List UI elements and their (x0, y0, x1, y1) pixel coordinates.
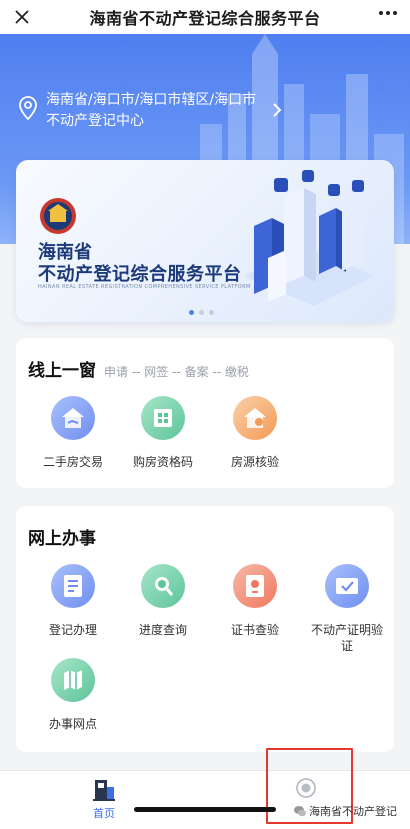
grid-item-certificate-check[interactable]: 证书查验 (210, 564, 300, 638)
carousel-dot-active[interactable] (189, 310, 194, 315)
document-icon (51, 564, 95, 608)
grid-item-listing-check[interactable]: 房源核验 (210, 396, 300, 470)
grid-item-label: 购房资格码 (132, 455, 193, 469)
grid-item-label: 二手房交易 (42, 455, 103, 469)
grid-item-second-hand-trade[interactable]: 二手房交易 (28, 396, 118, 470)
grid-item-label: 不动产证明验证 (310, 623, 383, 653)
chevron-right-icon (273, 103, 282, 117)
grid-item-label: 办事网点 (48, 717, 97, 731)
grid-item-label: 证书查验 (230, 623, 279, 637)
location-pin-icon (19, 96, 37, 120)
close-icon[interactable] (0, 0, 44, 34)
online-window-card: 线上一窗 申请 -- 网签 -- 备案 -- 缴税 二手房交易 购房资格码 房源… (16, 338, 394, 488)
online-window-header: 线上一窗 申请 -- 网签 -- 备案 -- 缴税 (28, 356, 249, 381)
grid-item-registration[interactable]: 登记办理 (28, 564, 118, 638)
watermark: 海南省不动产登记 (293, 803, 397, 819)
emblem-icon (40, 198, 76, 234)
online-service-header: 网上办事 (28, 524, 96, 549)
home-building-icon (93, 780, 115, 801)
tab-home-label: 首页 (93, 807, 115, 820)
grid-item-progress-query[interactable]: 进度查询 (118, 564, 208, 638)
city-illustration (244, 170, 374, 306)
certificate-icon (233, 564, 277, 608)
carousel-dot[interactable] (199, 310, 204, 315)
section-title: 网上办事 (28, 529, 96, 549)
grid-item-label: 登记办理 (48, 623, 97, 637)
house-trade-icon (51, 396, 95, 440)
page-title: 海南省不动产登记综合服务平台 (89, 9, 321, 28)
grid-item-label: 房源核验 (230, 455, 279, 469)
grid-item-purchase-qualification[interactable]: 购房资格码 (118, 396, 208, 470)
magnifier-icon (141, 564, 185, 608)
section-title: 线上一窗 (28, 361, 96, 381)
watermark-text: 海南省不动产登记 (309, 805, 397, 818)
online-service-card: 网上办事 登记办理 进度查询 证书查验 不动产证明验证 办事网点 (16, 506, 394, 752)
banner-slide[interactable]: 海南省 不动产登记综合服务平台 HAINAN REAL ESTATE REGIS… (16, 160, 394, 322)
banner-title-line2: 不动产登记综合服务平台 (38, 264, 242, 285)
verify-card-icon (325, 564, 369, 608)
map-pin-icon (51, 658, 95, 702)
grid-item-label: 进度查询 (138, 623, 187, 637)
location-text: 海南省/海口市/海口市辖区/海口市不动产登记中心 (46, 92, 257, 129)
banner-subtitle: HAINAN REAL ESTATE REGISTRATION COMPREHE… (38, 284, 251, 290)
wechat-icon (294, 806, 306, 817)
home-indicator[interactable] (134, 807, 276, 812)
grid-item-proof-verification[interactable]: 不动产证明验证 (302, 564, 392, 654)
section-subtitle: 申请 -- 网签 -- 备案 -- 缴税 (104, 365, 249, 379)
tab-home[interactable]: 首页 (78, 777, 130, 821)
top-nav-bar: 海南省不动产登记综合服务平台 (0, 0, 410, 34)
qr-code-icon (141, 396, 185, 440)
carousel-dot[interactable] (209, 310, 214, 315)
more-icon[interactable] (366, 0, 410, 34)
carousel-indicator (189, 310, 214, 315)
house-check-icon (233, 396, 277, 440)
location-selector[interactable]: 海南省/海口市/海口市辖区/海口市不动产登记中心 (18, 90, 282, 132)
grid-item-service-outlets[interactable]: 办事网点 (28, 658, 118, 732)
